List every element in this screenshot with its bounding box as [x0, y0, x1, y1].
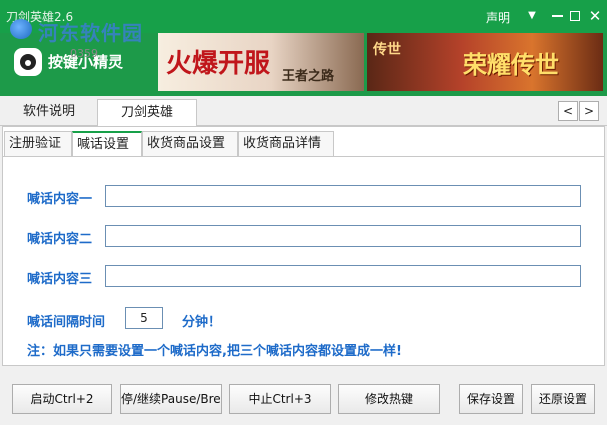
tab-daojian[interactable]: 刀剑英雄 [97, 99, 197, 126]
shout-interval-unit: 分钟！ [182, 315, 222, 330]
maximize-button[interactable] [565, 6, 585, 26]
restore-settings-button[interactable]: 还原设置 [531, 384, 595, 414]
close-button[interactable]: ✕ [585, 6, 605, 26]
watermark-logo-icon [10, 19, 32, 39]
shout-interval-input[interactable]: 5 [125, 307, 163, 329]
ad2-headline: 荣耀传世 [463, 50, 559, 79]
note-text: 注：如果只需要设置一个喊话内容,把三个喊话内容都设置成一样! [27, 344, 402, 359]
tab-divider [2, 156, 605, 157]
shout-content1-label: 喊话内容一 [27, 192, 93, 207]
tab-purchase-item-settings[interactable]: 收货商品设置 [142, 131, 238, 157]
maximize-icon [570, 10, 580, 21]
app-window: 刀剑英雄2.6 声明 ▼ ✕ 按键小精灵 火爆开服 王者之路 传世 荣耀传世 河… [0, 0, 607, 425]
ad1-headline: 火爆开服 [166, 49, 271, 79]
minimize-icon [551, 14, 563, 17]
shout-content1-input[interactable] [105, 185, 581, 207]
ad-banner-1[interactable]: 火爆开服 王者之路 [158, 33, 364, 91]
shout-content3-label: 喊话内容三 [27, 272, 93, 287]
tab-purchase-item-details[interactable]: 收货商品详情 [238, 131, 334, 157]
shout-content3-input[interactable] [105, 265, 581, 287]
watermark-sub: 0359 [70, 47, 98, 60]
watermark-text: 河东软件园 [38, 21, 143, 45]
ad2-subtitle: 传世 [373, 42, 401, 58]
tab-scroll-left-button[interactable]: < [558, 101, 578, 121]
shout-interval-label: 喊话间隔时间 [27, 315, 106, 330]
tab-software-info[interactable]: 软件说明 [2, 99, 96, 126]
outer-tab-bar: 软件说明 刀剑英雄 [0, 96, 607, 126]
tab-shout-settings[interactable]: 喊话设置 [72, 131, 142, 157]
about-link[interactable]: 声明 [486, 9, 510, 26]
stop-button[interactable]: 中止Ctrl+3 [229, 384, 331, 414]
tab-scroll-right-button[interactable]: > [579, 101, 599, 121]
pause-resume-button[interactable]: 停/继续Pause/Break [120, 384, 222, 414]
save-settings-button[interactable]: 保存设置 [459, 384, 523, 414]
change-hotkey-button[interactable]: 修改热键 [338, 384, 440, 414]
menu-arrow-icon[interactable]: ▼ [522, 6, 542, 26]
minimize-button[interactable] [547, 6, 567, 26]
app-logo-icon [14, 48, 42, 76]
ad1-subtitle: 王者之路 [282, 69, 335, 84]
start-button[interactable]: 启动Ctrl+2 [12, 384, 112, 414]
tab-registration[interactable]: 注册验证 [4, 131, 72, 157]
shout-content2-input[interactable] [105, 225, 581, 247]
ad-banner-2[interactable]: 传世 荣耀传世 [367, 33, 603, 91]
shout-content2-label: 喊话内容二 [27, 232, 93, 247]
